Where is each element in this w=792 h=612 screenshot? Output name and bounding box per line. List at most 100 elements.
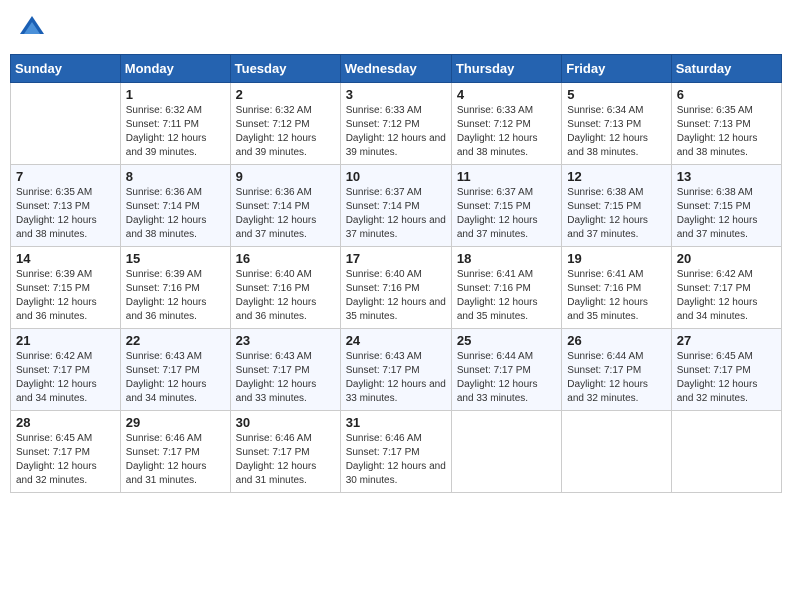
weekday-header-wednesday: Wednesday — [340, 55, 451, 83]
weekday-header-friday: Friday — [562, 55, 671, 83]
day-info: Sunrise: 6:45 AMSunset: 7:17 PMDaylight:… — [677, 350, 776, 406]
calendar-cell: 22 Sunrise: 6:43 AMSunset: 7:17 PMDayligh… — [120, 329, 230, 411]
calendar-week-row: 28 Sunrise: 6:45 AMSunset: 7:17 PMDayligh… — [11, 411, 782, 493]
day-info: Sunrise: 6:45 AMSunset: 7:17 PMDaylight:… — [16, 432, 115, 488]
calendar-cell: 13 Sunrise: 6:38 AMSunset: 7:15 PMDayligh… — [671, 165, 781, 247]
weekday-header-row: SundayMondayTuesdayWednesdayThursdayFrid… — [11, 55, 782, 83]
day-number: 6 — [677, 87, 776, 102]
page-header — [10, 10, 782, 46]
day-info: Sunrise: 6:35 AMSunset: 7:13 PMDaylight:… — [16, 186, 115, 242]
calendar-cell: 8 Sunrise: 6:36 AMSunset: 7:14 PMDaylight… — [120, 165, 230, 247]
day-number: 3 — [346, 87, 446, 102]
day-info: Sunrise: 6:36 AMSunset: 7:14 PMDaylight:… — [126, 186, 225, 242]
calendar-cell: 15 Sunrise: 6:39 AMSunset: 7:16 PMDayligh… — [120, 247, 230, 329]
day-info: Sunrise: 6:34 AMSunset: 7:13 PMDaylight:… — [567, 104, 665, 160]
day-info: Sunrise: 6:41 AMSunset: 7:16 PMDaylight:… — [567, 268, 665, 324]
day-info: Sunrise: 6:37 AMSunset: 7:14 PMDaylight:… — [346, 186, 446, 242]
calendar-cell: 31 Sunrise: 6:46 AMSunset: 7:17 PMDayligh… — [340, 411, 451, 493]
calendar-cell: 21Sunrise: 6:42 AMSunset: 7:17 PMDayligh… — [11, 329, 121, 411]
day-number: 19 — [567, 251, 665, 266]
calendar-cell: 1 Sunrise: 6:32 AMSunset: 7:11 PMDaylight… — [120, 83, 230, 165]
calendar-cell: 10 Sunrise: 6:37 AMSunset: 7:14 PMDayligh… — [340, 165, 451, 247]
day-number: 26 — [567, 333, 665, 348]
day-number: 12 — [567, 169, 665, 184]
weekday-header-sunday: Sunday — [11, 55, 121, 83]
day-info: Sunrise: 6:46 AMSunset: 7:17 PMDaylight:… — [236, 432, 335, 488]
day-info: Sunrise: 6:39 AMSunset: 7:15 PMDaylight:… — [16, 268, 115, 324]
day-info: Sunrise: 6:33 AMSunset: 7:12 PMDaylight:… — [457, 104, 556, 160]
calendar-cell: 7 Sunrise: 6:35 AMSunset: 7:13 PMDaylight… — [11, 165, 121, 247]
day-info: Sunrise: 6:32 AMSunset: 7:11 PMDaylight:… — [126, 104, 225, 160]
calendar-table: SundayMondayTuesdayWednesdayThursdayFrid… — [10, 54, 782, 493]
calendar-cell — [451, 411, 561, 493]
day-info: Sunrise: 6:38 AMSunset: 7:15 PMDaylight:… — [677, 186, 776, 242]
calendar-cell — [671, 411, 781, 493]
calendar-cell: 20Sunrise: 6:42 AMSunset: 7:17 PMDayligh… — [671, 247, 781, 329]
day-number: 4 — [457, 87, 556, 102]
day-info: Sunrise: 6:35 AMSunset: 7:13 PMDaylight:… — [677, 104, 776, 160]
day-number: 14 — [16, 251, 115, 266]
day-info: Sunrise: 6:41 AMSunset: 7:16 PMDaylight:… — [457, 268, 556, 324]
day-info: Sunrise: 6:39 AMSunset: 7:16 PMDaylight:… — [126, 268, 225, 324]
calendar-cell: 29Sunrise: 6:46 AMSunset: 7:17 PMDayligh… — [120, 411, 230, 493]
day-number: 18 — [457, 251, 556, 266]
calendar-cell — [11, 83, 121, 165]
day-number: 29 — [126, 415, 225, 430]
calendar-cell: 12 Sunrise: 6:38 AMSunset: 7:15 PMDayligh… — [562, 165, 671, 247]
logo — [18, 14, 48, 42]
calendar-week-row: 7 Sunrise: 6:35 AMSunset: 7:13 PMDaylight… — [11, 165, 782, 247]
day-info: Sunrise: 6:40 AMSunset: 7:16 PMDaylight:… — [346, 268, 446, 324]
day-info: Sunrise: 6:43 AMSunset: 7:17 PMDaylight:… — [126, 350, 225, 406]
day-number: 31 — [346, 415, 446, 430]
day-number: 24 — [346, 333, 446, 348]
day-info: Sunrise: 6:43 AMSunset: 7:17 PMDaylight:… — [236, 350, 335, 406]
calendar-cell: 9 Sunrise: 6:36 AMSunset: 7:14 PMDaylight… — [230, 165, 340, 247]
day-info: Sunrise: 6:46 AMSunset: 7:17 PMDaylight:… — [346, 432, 446, 488]
logo-icon — [18, 14, 46, 42]
day-number: 5 — [567, 87, 665, 102]
calendar-cell: 17 Sunrise: 6:40 AMSunset: 7:16 PMDayligh… — [340, 247, 451, 329]
day-number: 13 — [677, 169, 776, 184]
calendar-week-row: 21Sunrise: 6:42 AMSunset: 7:17 PMDayligh… — [11, 329, 782, 411]
day-info: Sunrise: 6:37 AMSunset: 7:15 PMDaylight:… — [457, 186, 556, 242]
calendar-cell: 23Sunrise: 6:43 AMSunset: 7:17 PMDayligh… — [230, 329, 340, 411]
day-info: Sunrise: 6:42 AMSunset: 7:17 PMDaylight:… — [677, 268, 776, 324]
day-number: 21 — [16, 333, 115, 348]
calendar-cell: 14 Sunrise: 6:39 AMSunset: 7:15 PMDayligh… — [11, 247, 121, 329]
day-number: 10 — [346, 169, 446, 184]
calendar-cell: 6 Sunrise: 6:35 AMSunset: 7:13 PMDaylight… — [671, 83, 781, 165]
day-number: 28 — [16, 415, 115, 430]
day-number: 22 — [126, 333, 225, 348]
calendar-cell: 18 Sunrise: 6:41 AMSunset: 7:16 PMDayligh… — [451, 247, 561, 329]
day-number: 25 — [457, 333, 556, 348]
day-info: Sunrise: 6:36 AMSunset: 7:14 PMDaylight:… — [236, 186, 335, 242]
day-number: 1 — [126, 87, 225, 102]
day-number: 8 — [126, 169, 225, 184]
calendar-week-row: 14 Sunrise: 6:39 AMSunset: 7:15 PMDayligh… — [11, 247, 782, 329]
day-number: 11 — [457, 169, 556, 184]
day-number: 27 — [677, 333, 776, 348]
day-number: 7 — [16, 169, 115, 184]
day-number: 16 — [236, 251, 335, 266]
calendar-cell: 5 Sunrise: 6:34 AMSunset: 7:13 PMDaylight… — [562, 83, 671, 165]
day-number: 30 — [236, 415, 335, 430]
day-info: Sunrise: 6:40 AMSunset: 7:16 PMDaylight:… — [236, 268, 335, 324]
calendar-cell: 30 Sunrise: 6:46 AMSunset: 7:17 PMDayligh… — [230, 411, 340, 493]
calendar-cell: 24 Sunrise: 6:43 AMSunset: 7:17 PMDayligh… — [340, 329, 451, 411]
calendar-cell: 4 Sunrise: 6:33 AMSunset: 7:12 PMDaylight… — [451, 83, 561, 165]
day-number: 9 — [236, 169, 335, 184]
calendar-cell: 16 Sunrise: 6:40 AMSunset: 7:16 PMDayligh… — [230, 247, 340, 329]
day-info: Sunrise: 6:43 AMSunset: 7:17 PMDaylight:… — [346, 350, 446, 406]
calendar-cell: 19 Sunrise: 6:41 AMSunset: 7:16 PMDayligh… — [562, 247, 671, 329]
day-info: Sunrise: 6:44 AMSunset: 7:17 PMDaylight:… — [567, 350, 665, 406]
calendar-cell: 28 Sunrise: 6:45 AMSunset: 7:17 PMDayligh… — [11, 411, 121, 493]
calendar-cell — [562, 411, 671, 493]
day-info: Sunrise: 6:38 AMSunset: 7:15 PMDaylight:… — [567, 186, 665, 242]
calendar-cell: 26 Sunrise: 6:44 AMSunset: 7:17 PMDayligh… — [562, 329, 671, 411]
day-number: 15 — [126, 251, 225, 266]
weekday-header-monday: Monday — [120, 55, 230, 83]
calendar-cell: 2Sunrise: 6:32 AMSunset: 7:12 PMDaylight… — [230, 83, 340, 165]
day-number: 17 — [346, 251, 446, 266]
weekday-header-thursday: Thursday — [451, 55, 561, 83]
day-number: 2 — [236, 87, 335, 102]
